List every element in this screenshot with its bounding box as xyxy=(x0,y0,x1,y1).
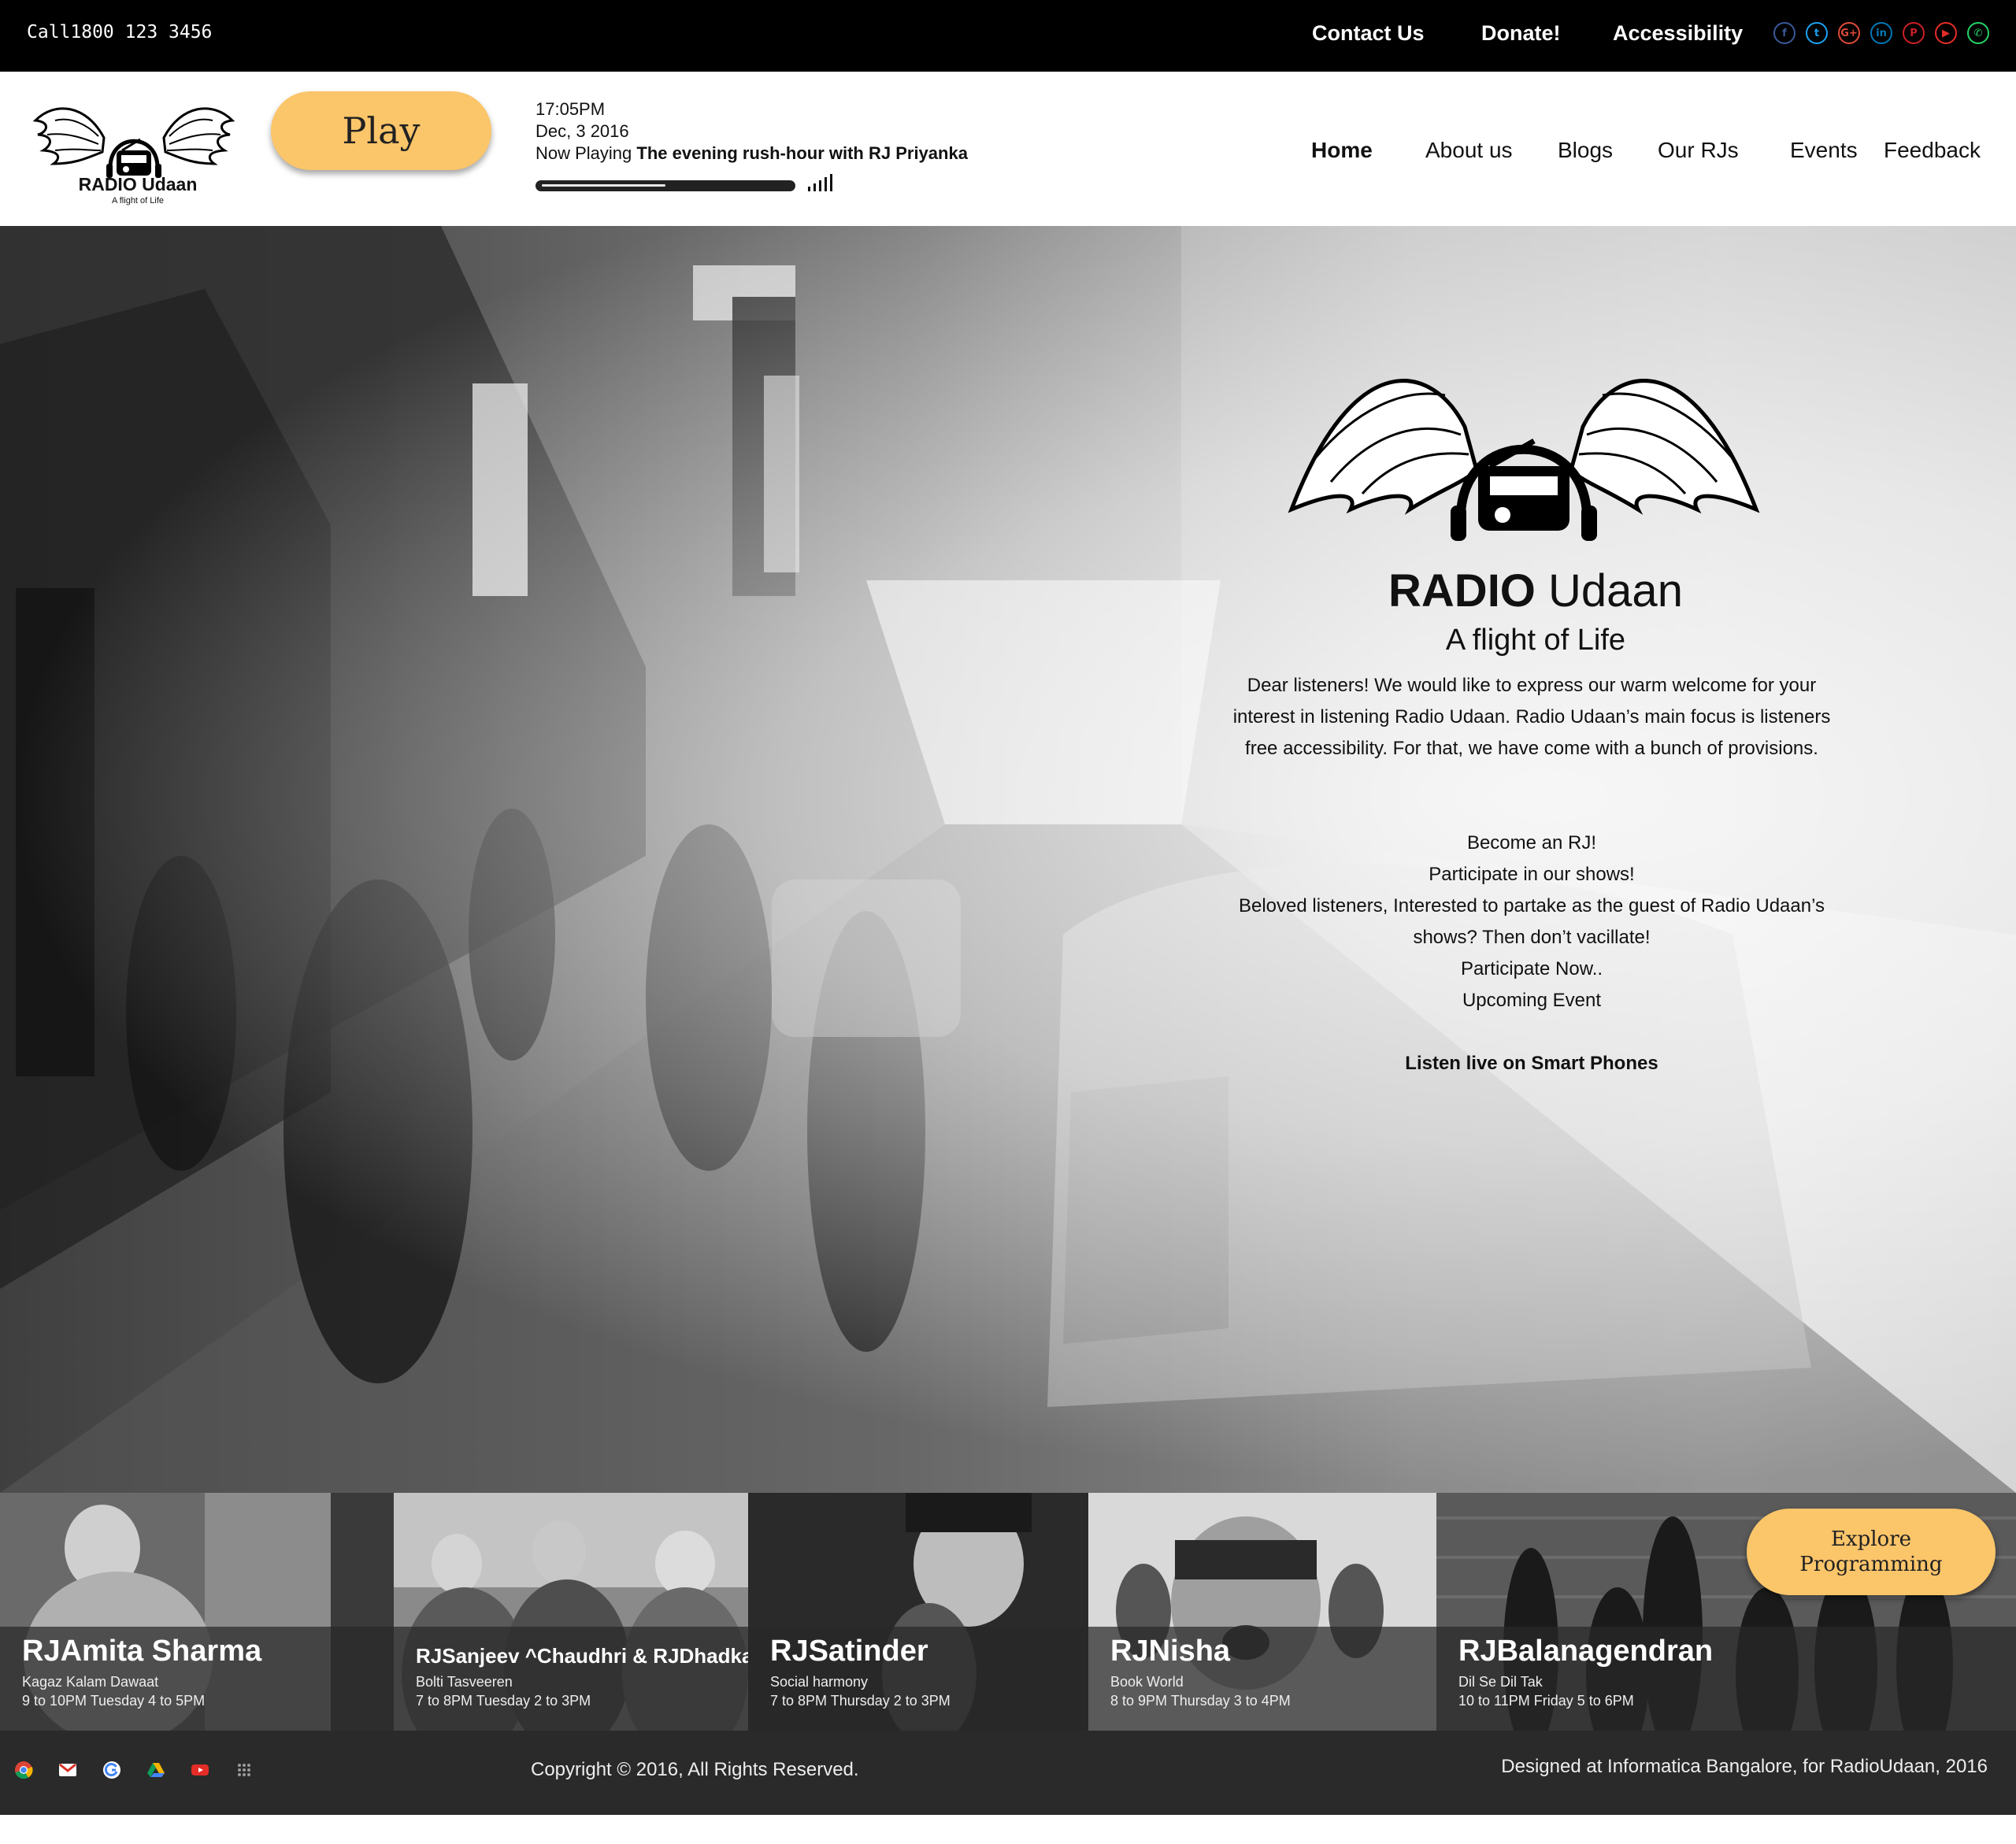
hero-brand-title: RADIO Udaan xyxy=(1339,565,1732,617)
facebook-icon[interactable]: f xyxy=(1773,22,1796,44)
become-rj-link[interactable]: Become an RJ! xyxy=(1181,832,1882,854)
rj-show: Book World xyxy=(1110,1674,1184,1690)
linkedin-icon[interactable]: in xyxy=(1870,22,1892,44)
designed-by-text: Designed at Informatica Bangalore, for R… xyxy=(1501,1756,1988,1777)
rj-time: 7 to 8PM Thursday 2 to 3PM xyxy=(770,1693,951,1709)
rj-card[interactable]: RJSanjeev ^Chaudhri & RJDhadkan Bolti Ta… xyxy=(394,1493,748,1731)
intro-text-line: interest in listening Radio Udaan. Radio… xyxy=(1232,706,1831,728)
rj-card[interactable]: RJSatinder Social harmony 7 to 8PM Thurs… xyxy=(748,1493,1088,1731)
intro-text-line: free accessibility. For that, we have co… xyxy=(1245,738,1818,759)
nav-events[interactable]: Events xyxy=(1790,138,1858,163)
google-icon[interactable] xyxy=(102,1761,121,1779)
beloved-text-line: Beloved listeners, Interested to partake… xyxy=(1238,895,1825,916)
nav-feedback[interactable]: Feedback xyxy=(1884,138,1981,163)
rj-show: Dil Se Dil Tak xyxy=(1458,1674,1543,1690)
rj-time: 7 to 8PM Tuesday 2 to 3PM xyxy=(416,1693,591,1709)
header-brand-name: RADIO Udaan xyxy=(78,174,198,194)
rj-show: Social harmony xyxy=(770,1674,869,1690)
now-playing: Now Playing The evening rush-hour with R… xyxy=(536,143,968,164)
nav-home[interactable]: Home xyxy=(1311,138,1373,163)
current-date: Dec, 3 2016 xyxy=(536,121,629,141)
hero-brand-rest: Udaan xyxy=(1535,565,1683,617)
rj-strip: RJAmita Sharma Kagaz Kalam Dawaat 9 to 1… xyxy=(0,1493,2016,1731)
rj-name: RJSatinder xyxy=(770,1635,928,1668)
rj-time: 10 to 11PM Friday 5 to 6PM xyxy=(1458,1693,1634,1709)
radio-udaan-logo-icon xyxy=(1288,379,1760,541)
nav-our-rjs[interactable]: Our RJs xyxy=(1658,138,1739,163)
apps-grid-icon[interactable] xyxy=(235,1761,254,1779)
playback-progress-bar[interactable] xyxy=(536,180,795,191)
rj-show: Bolti Tasveeren xyxy=(416,1674,513,1690)
rj-name: RJBalanagendran xyxy=(1458,1635,1714,1668)
rj-show: Kagaz Kalam Dawaat xyxy=(22,1674,159,1690)
drive-icon[interactable] xyxy=(146,1761,165,1779)
nav-blogs[interactable]: Blogs xyxy=(1558,138,1613,163)
top-bar: Call1800 123 3456 Contact Us Donate! Acc… xyxy=(0,0,2016,72)
site-footer: Copyright © 2016, All Rights Reserved. D… xyxy=(0,1731,2016,1815)
rj-time: 8 to 9PM Thursday 3 to 4PM xyxy=(1110,1693,1291,1709)
gmail-icon[interactable] xyxy=(58,1761,77,1779)
rj-card[interactable]: RJAmita Sharma Kagaz Kalam Dawaat 9 to 1… xyxy=(0,1493,394,1731)
rj-time: 9 to 10PM Tuesday 4 to 5PM xyxy=(22,1693,206,1709)
volume-level-icon[interactable] xyxy=(808,172,839,191)
rj-name: RJAmita Sharma xyxy=(22,1635,262,1668)
playback-progress-fill xyxy=(542,184,665,187)
whatsapp-icon[interactable]: ✆ xyxy=(1967,22,1989,44)
programming-label: Programming xyxy=(1799,1553,1943,1576)
now-playing-label: Now Playing xyxy=(536,143,632,163)
header-tagline: A flight of Life xyxy=(111,196,165,206)
rj-card[interactable]: RJNisha Book World 8 to 9PM Thursday 3 t… xyxy=(1088,1493,1436,1731)
youtube-icon[interactable] xyxy=(191,1761,209,1779)
now-playing-show: The evening rush-hour with RJ Priyanka xyxy=(636,143,968,163)
explore-programming-button[interactable]: Explore Programming xyxy=(1747,1509,1996,1595)
contact-us-link[interactable]: Contact Us xyxy=(1312,21,1425,46)
hero-brand-bold: RADIO xyxy=(1388,565,1536,617)
participate-now-link[interactable]: Participate Now.. xyxy=(1181,958,1882,980)
site-header: RADIO Udaan A flight of Life Play 17:05P… xyxy=(0,72,2016,228)
pinterest-icon[interactable]: P xyxy=(1903,22,1925,44)
hero-section: RADIO Udaan A flight of Life Dear listen… xyxy=(0,226,2016,1493)
beloved-text-line: shows? Then don’t vacillate! xyxy=(1413,927,1651,948)
rj-name: RJSanjeev ^Chaudhri & RJDhadkan xyxy=(416,1644,748,1668)
twitter-icon[interactable]: t xyxy=(1806,22,1828,44)
copyright-text: Copyright © 2016, All Rights Reserved. xyxy=(531,1759,859,1780)
hero-tagline: A flight of Life xyxy=(1445,624,1626,657)
call-number: Call1800 123 3456 xyxy=(27,22,213,43)
explore-label: Explore xyxy=(1830,1527,1912,1551)
google-plus-icon[interactable]: G+ xyxy=(1838,22,1860,44)
nav-about-us[interactable]: About us xyxy=(1425,138,1513,163)
rj-name: RJNisha xyxy=(1110,1635,1231,1668)
accessibility-link[interactable]: Accessibility xyxy=(1613,21,1743,46)
upcoming-event-link[interactable]: Upcoming Event xyxy=(1181,990,1882,1012)
listen-live-link[interactable]: Listen live on Smart Phones xyxy=(1181,1053,1882,1075)
participate-shows-link[interactable]: Participate in our shows! xyxy=(1181,864,1882,886)
play-button[interactable]: Play xyxy=(271,91,491,170)
intro-text-line: Dear listeners! We would like to express… xyxy=(1247,675,1817,696)
chrome-icon[interactable] xyxy=(14,1761,33,1779)
donate-link[interactable]: Donate! xyxy=(1481,21,1561,46)
current-time: 17:05PM xyxy=(536,99,606,119)
youtube-icon[interactable]: ▶ xyxy=(1935,22,1957,44)
